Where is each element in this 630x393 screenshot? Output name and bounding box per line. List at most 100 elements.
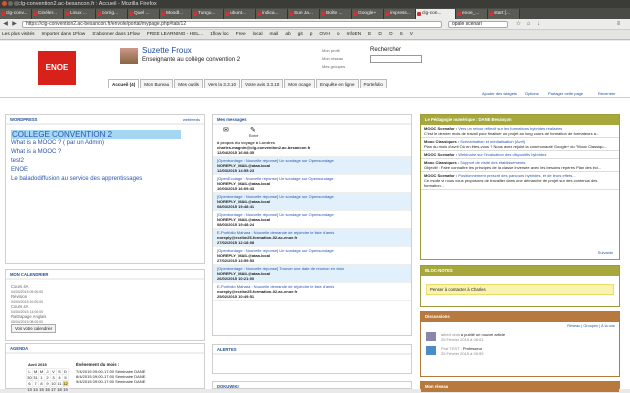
calendar-day[interactable]: 13: [26, 386, 33, 393]
bookmark-item[interactable]: V: [410, 32, 413, 37]
bookmark-item[interactable]: o: [337, 32, 340, 37]
forward-icon[interactable]: ▶: [11, 21, 18, 28]
pedago-title[interactable]: Webinaire sur l'évaluation des dispositi…: [458, 152, 546, 157]
message-item[interactable]: [Openbordage : Nouvelle réponse] Trouver…: [213, 265, 411, 283]
nav-tab[interactable]: Mon ncage: [284, 79, 316, 88]
options-link[interactable]: Options: [525, 90, 539, 98]
message-item[interactable]: [Openbordage : Nouvelle réponse] Un sond…: [213, 157, 411, 175]
discussion-item[interactable]: albert obia a publié un nouvel article 2…: [421, 330, 619, 344]
bookmark-item[interactable]: O: [389, 32, 393, 37]
inbox-icon[interactable]: ✉: [223, 126, 229, 134]
nav-tab[interactable]: Accueil (4): [108, 79, 140, 88]
pedago-item[interactable]: Mooc Classiques : Scénarisation et média…: [421, 138, 619, 151]
calendar-day[interactable]: 16: [44, 386, 51, 393]
browser-tab[interactable]: indica...: [256, 9, 288, 19]
enoe-logo[interactable]: ENOE: [38, 51, 76, 85]
download-icon[interactable]: ↓: [535, 21, 542, 28]
calendar-day[interactable]: 15: [38, 386, 45, 393]
bookmark-item[interactable]: S: [400, 32, 403, 37]
browser-tab[interactable]: enoe_...: [456, 9, 488, 19]
bookmark-item[interactable]: ab: [285, 32, 290, 37]
bookmark-item[interactable]: 1flow loc: [210, 32, 229, 37]
pedago-item[interactable]: MOOC Scenafor : Vers un retour réflexif …: [421, 125, 619, 138]
browser-tab[interactable]: Linux ...: [64, 9, 96, 19]
message-item[interactable]: [Openbordage : Nouvelle réponse] Un sond…: [213, 247, 411, 265]
compose-label[interactable]: Ecrire: [249, 134, 258, 138]
browser-tab[interactable]: Boîte ...: [320, 9, 352, 19]
browser-tab[interactable]: Sun Ja...: [288, 9, 320, 19]
browser-tab[interactable]: Moodl...: [160, 9, 192, 19]
message-item[interactable]: [Openbordage : Nouvelle réponse] Un sond…: [213, 193, 411, 211]
bookmark-item[interactable]: p: [310, 32, 313, 37]
wordpress-item[interactable]: Le baladodiffusion au service des appren…: [6, 175, 204, 184]
pedago-item[interactable]: MOOC Scenafor : Positionnement prescrit …: [421, 172, 619, 190]
bookmark-item[interactable]: OVH: [319, 32, 329, 37]
browser-tab[interactable]: clg-con...: [416, 9, 456, 19]
url-input[interactable]: https://clg-convention2.ac-besancon.fr/e…: [22, 21, 442, 28]
bookmark-item[interactable]: E: [368, 32, 371, 37]
nav-tab[interactable]: Votre avis 3.3.10: [241, 79, 284, 88]
calendar-day[interactable]: 17: [50, 386, 57, 393]
search-input[interactable]: opale scenari: [448, 21, 508, 28]
browser-tab[interactable]: ubunt...: [224, 9, 256, 19]
nav-tab[interactable]: Vers la 3.3.10: [203, 79, 241, 88]
calendar-day[interactable]: 18: [56, 386, 63, 393]
calendar-day[interactable]: 12: [62, 380, 69, 387]
user-name[interactable]: Suzette Froux: [142, 46, 192, 55]
nav-tab[interactable]: Mes outils: [174, 79, 203, 88]
wordpress-item[interactable]: ENOE: [6, 166, 204, 175]
bookmark-item[interactable]: git: [298, 32, 303, 37]
back-icon[interactable]: ◀: [2, 21, 9, 28]
recenter-link[interactable]: Recentrer: [598, 90, 616, 98]
view-calendar-button[interactable]: Voir votre calendrier: [11, 324, 57, 333]
bookmark-item[interactable]: D: [378, 32, 381, 37]
groups-link[interactable]: Mes groupes: [322, 63, 345, 71]
browser-tab[interactable]: corrig...: [96, 9, 128, 19]
wordpress-item[interactable]: What is a MOOC ? ( par un Admin): [6, 139, 204, 148]
browser-tab[interactable]: impress...: [384, 9, 416, 19]
bookmark-item[interactable]: FREE LEARNING - HEL...: [147, 32, 203, 37]
bookmark-item[interactable]: S'abonner dans 1Flow: [92, 32, 140, 37]
bookmark-item[interactable]: Les plus visités: [2, 32, 35, 37]
note-item[interactable]: Penser à contacter à Charles: [426, 284, 614, 295]
browser-tab[interactable]: start [...: [488, 9, 520, 19]
calendar-day[interactable]: 31: [32, 374, 39, 381]
compose-icon[interactable]: ✎: [250, 126, 256, 134]
bookmark-item[interactable]: Importer dans 1Flow: [42, 32, 86, 37]
maximize-icon[interactable]: [14, 1, 19, 6]
message-item[interactable]: E-Portfolio Mahara : Nouvelle demande de…: [213, 283, 411, 301]
network-link[interactable]: Mon réseau: [322, 55, 345, 63]
nav-tab[interactable]: Mon Bureau: [140, 79, 174, 88]
bookmark-item[interactable]: Free: [236, 32, 246, 37]
calendar-day[interactable]: 14: [32, 386, 39, 393]
pedago-item[interactable]: MOOC Scenafor : Webinaire sur l'évaluati…: [421, 151, 619, 159]
wordpress-item[interactable]: test2: [6, 157, 204, 166]
profile-link[interactable]: Mon profil: [322, 47, 345, 55]
calendar-day[interactable]: 10: [50, 380, 57, 387]
minimize-icon[interactable]: [8, 1, 13, 6]
bookmark-item[interactable]: mail: [270, 32, 279, 37]
pedago-item[interactable]: Mooc Classiques : Support de visite des …: [421, 159, 619, 172]
discussion-tabs[interactable]: Réseau | Groupes | À la une: [421, 322, 619, 330]
event-item[interactable]: 9/4/2015 09:00-17:00 Séminaire DANE: [76, 379, 145, 384]
bookmark-star-icon[interactable]: ☆: [515, 21, 522, 28]
browser-tab[interactable]: Cinéler...: [32, 9, 64, 19]
discussion-item[interactable]: Prof TEST : Professeur 25 Février 2015 à…: [421, 344, 619, 358]
bookmark-item[interactable]: InfoEN: [347, 32, 362, 37]
browser-tab[interactable]: Quel ...: [128, 9, 160, 19]
bookmark-item[interactable]: local: [253, 32, 263, 37]
menu-icon[interactable]: ≡: [615, 21, 622, 28]
next-link[interactable]: Suivants: [598, 250, 613, 255]
webfeeds-link[interactable]: webfeeds: [183, 117, 200, 122]
wordpress-item[interactable]: What is a MOOC ?: [6, 148, 204, 157]
message-item[interactable]: à propos du voyage à Londres charles.magn…: [213, 139, 411, 157]
nav-tab[interactable]: Enquête en ligne: [316, 79, 359, 88]
message-item[interactable]: [Openbordage : Nouvelle réponse] Un sond…: [213, 211, 411, 229]
nav-tab[interactable]: Portefolio: [359, 79, 387, 88]
home-icon[interactable]: ⌂: [525, 21, 532, 28]
calendar-day[interactable]: 30: [26, 374, 33, 381]
portal-search-input[interactable]: [370, 55, 422, 63]
calendar-day[interactable]: 19: [62, 386, 69, 393]
browser-tab[interactable]: clg-conv...: [0, 9, 32, 19]
close-icon[interactable]: [2, 1, 7, 6]
